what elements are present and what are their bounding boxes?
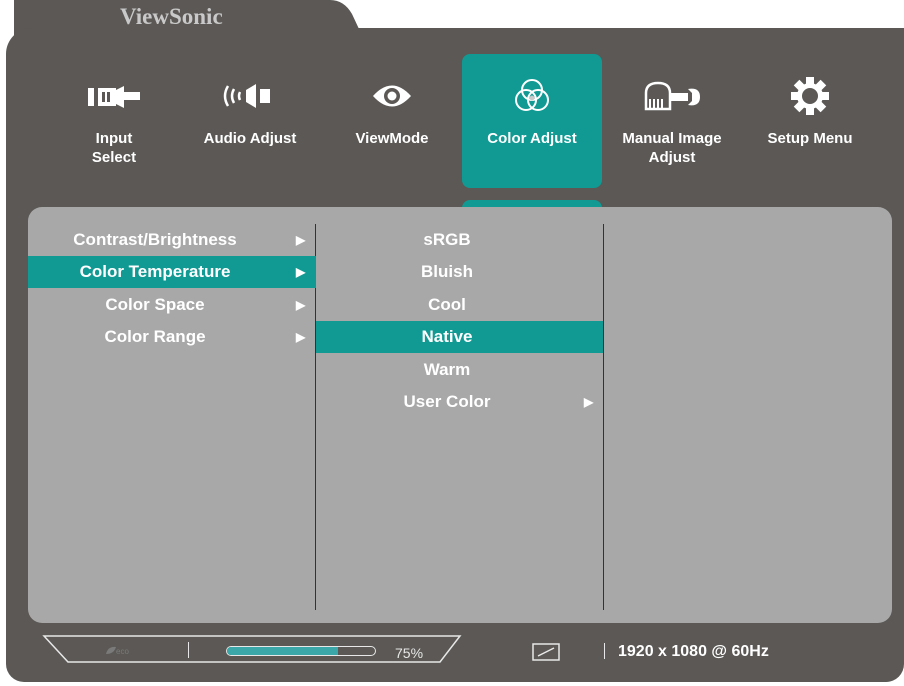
option-warm[interactable]: Warm: [316, 354, 603, 386]
submenu-arrow-icon: ▶: [296, 233, 306, 247]
submenu-arrow-icon: ▶: [296, 330, 306, 344]
option-label: User Color: [403, 392, 491, 411]
hand-wrench-icon: [602, 76, 742, 116]
menu-tile-input-select[interactable]: Input Select: [44, 54, 184, 188]
status-separator: [604, 643, 605, 659]
option-label: sRGB: [423, 230, 471, 249]
option-user-color[interactable]: User Color ▶: [316, 386, 603, 418]
eye-icon: [322, 76, 462, 116]
progress-percent: 75%: [395, 645, 424, 661]
option-label: Warm: [423, 360, 471, 379]
gear-icon: [740, 76, 880, 116]
submenu-item-contrast-brightness[interactable]: Contrast/Brightness ▶: [28, 224, 316, 256]
speaker-icon: [180, 76, 320, 116]
submenu-item-color-space[interactable]: Color Space ▶: [28, 289, 316, 321]
brand-logo: ViewSonic: [120, 4, 223, 29]
menu-tile-color-adjust[interactable]: Color Adjust: [462, 54, 602, 188]
submenu-item-label: Color Temperature: [79, 262, 231, 281]
eco-label: eco: [116, 647, 129, 656]
input-select-icon: [44, 76, 184, 116]
option-label: Cool: [428, 295, 466, 314]
column-divider: [603, 224, 604, 610]
color-circles-icon: [462, 76, 602, 116]
menu-tile-label: Audio Adjust: [203, 130, 297, 147]
resolution-readout: 1920 x 1080 @ 60Hz: [618, 643, 769, 660]
menu-tile-label: Input Select: [91, 130, 137, 166]
submenu-item-color-range[interactable]: Color Range ▶: [28, 321, 316, 353]
option-native[interactable]: Native: [316, 321, 603, 353]
menu-tile-viewmode[interactable]: ViewMode: [322, 54, 462, 188]
aspect-ratio-icon: [532, 643, 560, 666]
status-separator: [188, 642, 189, 658]
submenu-item-label: Color Range: [104, 327, 206, 346]
submenu-arrow-icon: ▶: [584, 395, 594, 409]
option-srgb[interactable]: sRGB: [316, 224, 603, 256]
submenu-arrow-icon: ▶: [296, 265, 306, 279]
menu-tile-setup-menu[interactable]: Setup Menu: [740, 54, 880, 188]
submenu-item-label: Contrast/Brightness: [73, 230, 237, 249]
menu-tile-manual-image-adjust[interactable]: Manual Image Adjust: [602, 54, 742, 188]
menu-tile-label: Color Adjust: [487, 130, 577, 147]
submenu-item-color-temperature[interactable]: Color Temperature ▶: [28, 256, 316, 288]
eco-progress-bar: [226, 646, 376, 656]
option-label: Bluish: [421, 262, 473, 281]
menu-tile-label: ViewMode: [355, 130, 429, 147]
submenu-arrow-icon: ▶: [296, 298, 306, 312]
menu-tile-label: Setup Menu: [767, 130, 853, 147]
option-label: Native: [421, 327, 473, 346]
option-bluish[interactable]: Bluish: [316, 256, 603, 288]
option-cool[interactable]: Cool: [316, 289, 603, 321]
menu-tile-audio-adjust[interactable]: Audio Adjust: [180, 54, 320, 188]
submenu-item-label: Color Space: [105, 295, 205, 314]
eco-progress-fill: [227, 647, 338, 655]
menu-tile-label: Manual Image Adjust: [622, 130, 722, 166]
eco-icon: eco: [104, 644, 134, 658]
